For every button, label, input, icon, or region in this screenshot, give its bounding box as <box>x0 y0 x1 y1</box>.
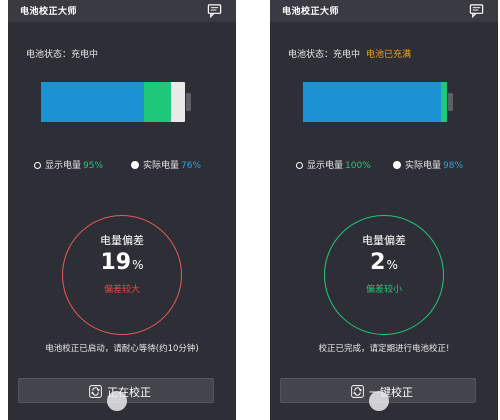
legend-shown-value: 100% <box>345 161 371 171</box>
legend-ring-icon <box>34 162 41 169</box>
gauge-unit: % <box>132 258 144 272</box>
info-text: 校正已完成，请定期进行电池校正! <box>318 344 450 354</box>
battery-deviation-fill <box>441 82 447 122</box>
title-bar: 电池校正大师 <box>270 0 498 22</box>
legend-actual-value: 76% <box>181 161 202 171</box>
gauge-note: 偏差较小 <box>365 285 402 295</box>
app-title: 电池校正大师 <box>282 7 340 17</box>
gauge-title: 电量偏差 <box>362 234 406 247</box>
legend-ring-icon <box>296 162 303 169</box>
title-bar: 电池校正大师 <box>8 0 236 22</box>
legend-shown: 显示电量 100% <box>296 158 371 171</box>
battery-status: 电池状态：充电中 <box>26 47 98 60</box>
battery-full-label: 电池已充满 <box>366 50 412 60</box>
battery-cap <box>448 93 453 111</box>
deviation-gauge: 电量偏差 2% 偏差较小 <box>324 215 444 335</box>
gauge-title: 电量偏差 <box>100 234 144 247</box>
battery-status: 电池状态：充电中 电池已充满 <box>288 47 411 60</box>
legend-shown-label: 显示电量 <box>307 161 344 171</box>
battery-status-label: 电池状态：充电中 <box>288 50 361 60</box>
screen-calibrated: 电池校正大师 电池状态：充电中 电池已充满 显示电量 100% 实际电量 98% 电量… <box>270 0 498 420</box>
gauge-value: 19% <box>63 250 181 275</box>
legend-shown-value: 95% <box>83 161 104 171</box>
legend-dot-icon <box>393 161 401 169</box>
legend-actual: 实际电量 76% <box>131 158 201 171</box>
message-icon[interactable] <box>469 3 484 18</box>
battery-actual-fill <box>303 82 441 122</box>
legend-actual-label: 实际电量 <box>143 161 180 171</box>
screen-calibrating: 电池校正大师 电池状态：充电中 显示电量 95% 实际电量 76% 电量偏差 19%… <box>8 0 236 420</box>
gauge-number: 19 <box>100 250 132 275</box>
gauge-number: 2 <box>370 250 386 275</box>
battery-status-label: 电池状态：充电中 <box>26 50 99 60</box>
battery-deviation-fill <box>144 82 171 122</box>
legend-shown: 显示电量 95% <box>34 158 103 171</box>
battery-indicator <box>41 82 185 122</box>
battery-actual-fill <box>41 82 144 122</box>
gauge-value: 2% <box>325 250 443 275</box>
legend-actual: 实际电量 98% <box>393 158 463 171</box>
sync-icon <box>89 385 102 398</box>
legend-shown-label: 显示电量 <box>45 161 82 171</box>
legend-actual-value: 98% <box>443 161 464 171</box>
sync-icon <box>351 385 364 398</box>
legend-dot-icon <box>131 161 139 169</box>
touch-indicator <box>369 391 389 411</box>
info-text: 电池校正已启动，请耐心等待(约10分钟) <box>45 344 199 354</box>
touch-indicator <box>107 391 127 411</box>
battery-indicator <box>303 82 447 122</box>
gauge-unit: % <box>386 258 398 272</box>
deviation-gauge: 电量偏差 19% 偏差较大 <box>62 215 182 335</box>
battery-cap <box>186 93 191 111</box>
gauge-note: 偏差较大 <box>103 285 140 295</box>
message-icon[interactable] <box>207 3 222 18</box>
legend-actual-label: 实际电量 <box>405 161 442 171</box>
app-title: 电池校正大师 <box>20 7 78 17</box>
